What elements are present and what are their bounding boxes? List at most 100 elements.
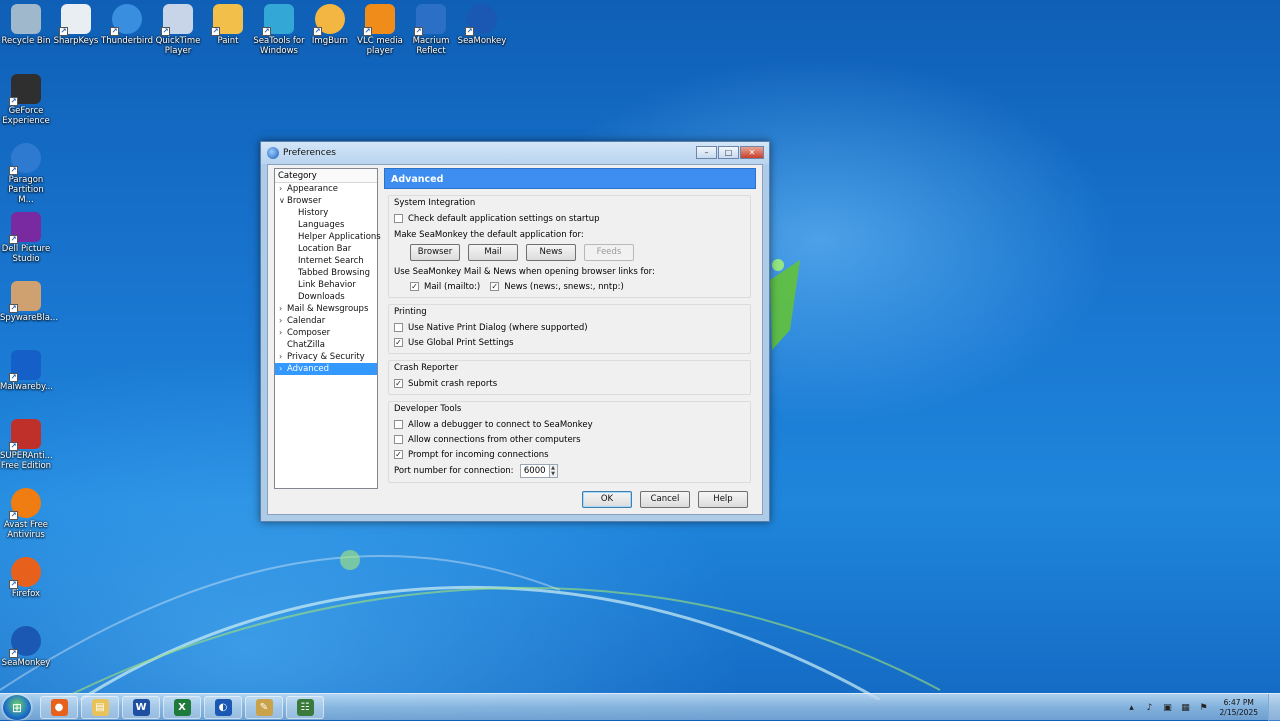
desktop-icon[interactable]: ↗ Thunderbird (101, 0, 153, 46)
chevron-down-icon[interactable]: ∨ (279, 195, 285, 207)
global-print-checkbox-row[interactable]: ✓ Use Global Print Settings (394, 335, 745, 350)
taskbar-network[interactable]: ☷ (286, 696, 324, 719)
category-item-downloads[interactable]: Downloads (275, 291, 377, 303)
desktop-icon[interactable]: ↗ SeaMonkey (456, 0, 508, 46)
allow-remote-checkbox-row[interactable]: Allow connections from other computers (394, 432, 745, 447)
mail-default-button[interactable]: Mail (468, 244, 518, 261)
shortcut-arrow-icon: ↗ (262, 27, 271, 36)
desktop-icon[interactable]: ↗ Macrium Reflect (405, 0, 457, 56)
taskbar-seamonkey[interactable]: ◐ (204, 696, 242, 719)
shortcut-arrow-icon: ↗ (9, 511, 18, 520)
chevron-right-icon[interactable]: › (279, 315, 282, 327)
network-tray-icon[interactable]: ▦ (1180, 702, 1192, 714)
native-print-checkbox-row[interactable]: Use Native Print Dialog (where supported… (394, 320, 745, 335)
category-item-appearance[interactable]: › Appearance (275, 183, 377, 195)
taskbar-excel[interactable]: X (163, 696, 201, 719)
chevron-right-icon[interactable]: › (279, 303, 282, 315)
category-item-internet-search[interactable]: Internet Search (275, 255, 377, 267)
avast-icon: ↗ (9, 488, 41, 520)
allow-remote-checkbox[interactable] (394, 435, 403, 444)
desktop-icon[interactable]: ↗ QuickTime Player (152, 0, 204, 56)
category-tree[interactable]: Category › Appearance ∨ Browser History Langu… (274, 168, 381, 489)
quicktime-icon: ↗ (161, 4, 193, 36)
news-default-button[interactable]: News (526, 244, 576, 261)
desktop-icon[interactable]: ↗ Paragon Partition M... (0, 139, 52, 205)
paragon-icon: ↗ (9, 143, 41, 175)
desktop-icon-label: SharpKeys (53, 36, 99, 46)
browser-default-button[interactable]: Browser (410, 244, 460, 261)
prompt-connections-checkbox-row[interactable]: ✓ Prompt for incoming connections (394, 447, 745, 462)
taskbar-firefox[interactable]: ● (40, 696, 78, 719)
category-item-calendar[interactable]: › Calendar (275, 315, 377, 327)
desktop-icon[interactable]: ↗ Dell Picture Studio (0, 208, 52, 264)
taskbar-explorer[interactable]: ▤ (81, 696, 119, 719)
check-default-checkbox[interactable] (394, 214, 403, 223)
desktop-icon[interactable]: ↗ Avast Free Antivirus (0, 484, 52, 540)
shortcut-arrow-icon: ↗ (9, 649, 18, 658)
category-item-chatzilla[interactable]: ChatZilla (275, 339, 377, 351)
maximize-button[interactable]: □ (718, 146, 739, 159)
category-item-mail-newsgroups[interactable]: › Mail & Newsgroups (275, 303, 377, 315)
desktop-icon-label: Dell Picture Studio (1, 244, 51, 264)
category-item-composer[interactable]: › Composer (275, 327, 377, 339)
recycle-bin-icon (11, 4, 41, 34)
category-item-browser[interactable]: ∨ Browser (275, 195, 377, 207)
desktop-icon[interactable]: ↗ Firefox (0, 553, 52, 599)
mail-link-checkbox[interactable]: ✓ (410, 282, 419, 291)
native-print-checkbox[interactable] (394, 323, 403, 332)
category-item-privacy-security[interactable]: › Privacy & Security (275, 351, 377, 363)
chevron-right-icon[interactable]: › (279, 363, 282, 375)
desktop-icon[interactable]: ↗ ImgBurn (304, 0, 356, 46)
monitor-icon[interactable]: ▣ (1162, 702, 1174, 714)
category-item-advanced[interactable]: › Advanced (275, 363, 377, 375)
prompt-connections-checkbox[interactable]: ✓ (394, 450, 403, 459)
category-item-location-bar[interactable]: Location Bar (275, 243, 377, 255)
port-number-input[interactable]: 6000 (519, 463, 550, 478)
group-title: Developer Tools (394, 404, 462, 414)
chevron-up-icon[interactable]: ▴ (1126, 702, 1138, 714)
taskbar-paint[interactable]: ✎ (245, 696, 283, 719)
flag-icon[interactable]: ⚑ (1198, 702, 1210, 714)
port-spinner[interactable]: ▲ ▼ (549, 463, 558, 478)
chevron-right-icon[interactable]: › (279, 327, 282, 339)
check-default-checkbox-row[interactable]: Check default application settings on st… (394, 211, 745, 226)
desktop-icon[interactable]: ↗ SeaTools for Windows (253, 0, 305, 56)
global-print-checkbox[interactable]: ✓ (394, 338, 403, 347)
taskbar-word[interactable]: W (122, 696, 160, 719)
allow-debugger-checkbox[interactable] (394, 420, 403, 429)
desktop-icon[interactable]: ↗ GeForce Experience (0, 70, 52, 126)
category-item-helper-applications[interactable]: Helper Applications (275, 231, 381, 243)
cancel-button[interactable]: Cancel (640, 491, 690, 508)
allow-debugger-checkbox-row[interactable]: Allow a debugger to connect to SeaMonkey (394, 417, 745, 432)
category-item-languages[interactable]: Languages (275, 219, 377, 231)
desktop-icon[interactable]: ↗ SeaMonkey (0, 622, 52, 668)
desktop-icon[interactable]: ↗ SharpKeys (50, 0, 102, 46)
clock[interactable]: 6:47 PM 2/15/2025 (1220, 698, 1258, 718)
desktop-icon[interactable]: ↗ Malwareby... (0, 346, 53, 392)
submit-crash-checkbox-row[interactable]: ✓ Submit crash reports (394, 376, 745, 391)
mail-link-checkbox-row[interactable]: ✓ Mail (mailto:) (410, 279, 480, 294)
category-item-link-behavior[interactable]: Link Behavior (275, 279, 377, 291)
dialog-titlebar[interactable]: Preferences – □ ✕ (261, 142, 769, 164)
help-button[interactable]: Help (698, 491, 748, 508)
start-button[interactable]: ⊞ (3, 695, 31, 720)
category-label: Mail & Newsgroups (287, 304, 369, 314)
chevron-right-icon[interactable]: › (279, 351, 282, 363)
desktop-icon[interactable]: Recycle Bin (0, 0, 52, 46)
category-item-tabbed-browsing[interactable]: Tabbed Browsing (275, 267, 377, 279)
close-button[interactable]: ✕ (740, 146, 764, 159)
news-link-checkbox-row[interactable]: ✓ News (news:, snews:, nntp:) (490, 279, 624, 294)
desktop-icon[interactable]: ↗ SpywareBla... (0, 277, 58, 323)
submit-crash-checkbox[interactable]: ✓ (394, 379, 403, 388)
minimize-button[interactable]: – (696, 146, 717, 159)
desktop-icon[interactable]: ↗ VLC media player (354, 0, 406, 56)
news-link-checkbox[interactable]: ✓ (490, 282, 500, 291)
desktop-icon[interactable]: ↗ SUPERAnti... Free Edition (0, 415, 53, 471)
speaker-icon[interactable]: ♪ (1144, 702, 1156, 714)
category-item-history[interactable]: History (275, 207, 377, 219)
shortcut-arrow-icon: ↗ (9, 166, 18, 175)
desktop-icon[interactable]: ↗ Paint (202, 0, 254, 46)
chevron-right-icon[interactable]: › (279, 183, 282, 195)
show-desktop-button[interactable] (1268, 694, 1280, 721)
ok-button[interactable]: OK (582, 491, 632, 508)
